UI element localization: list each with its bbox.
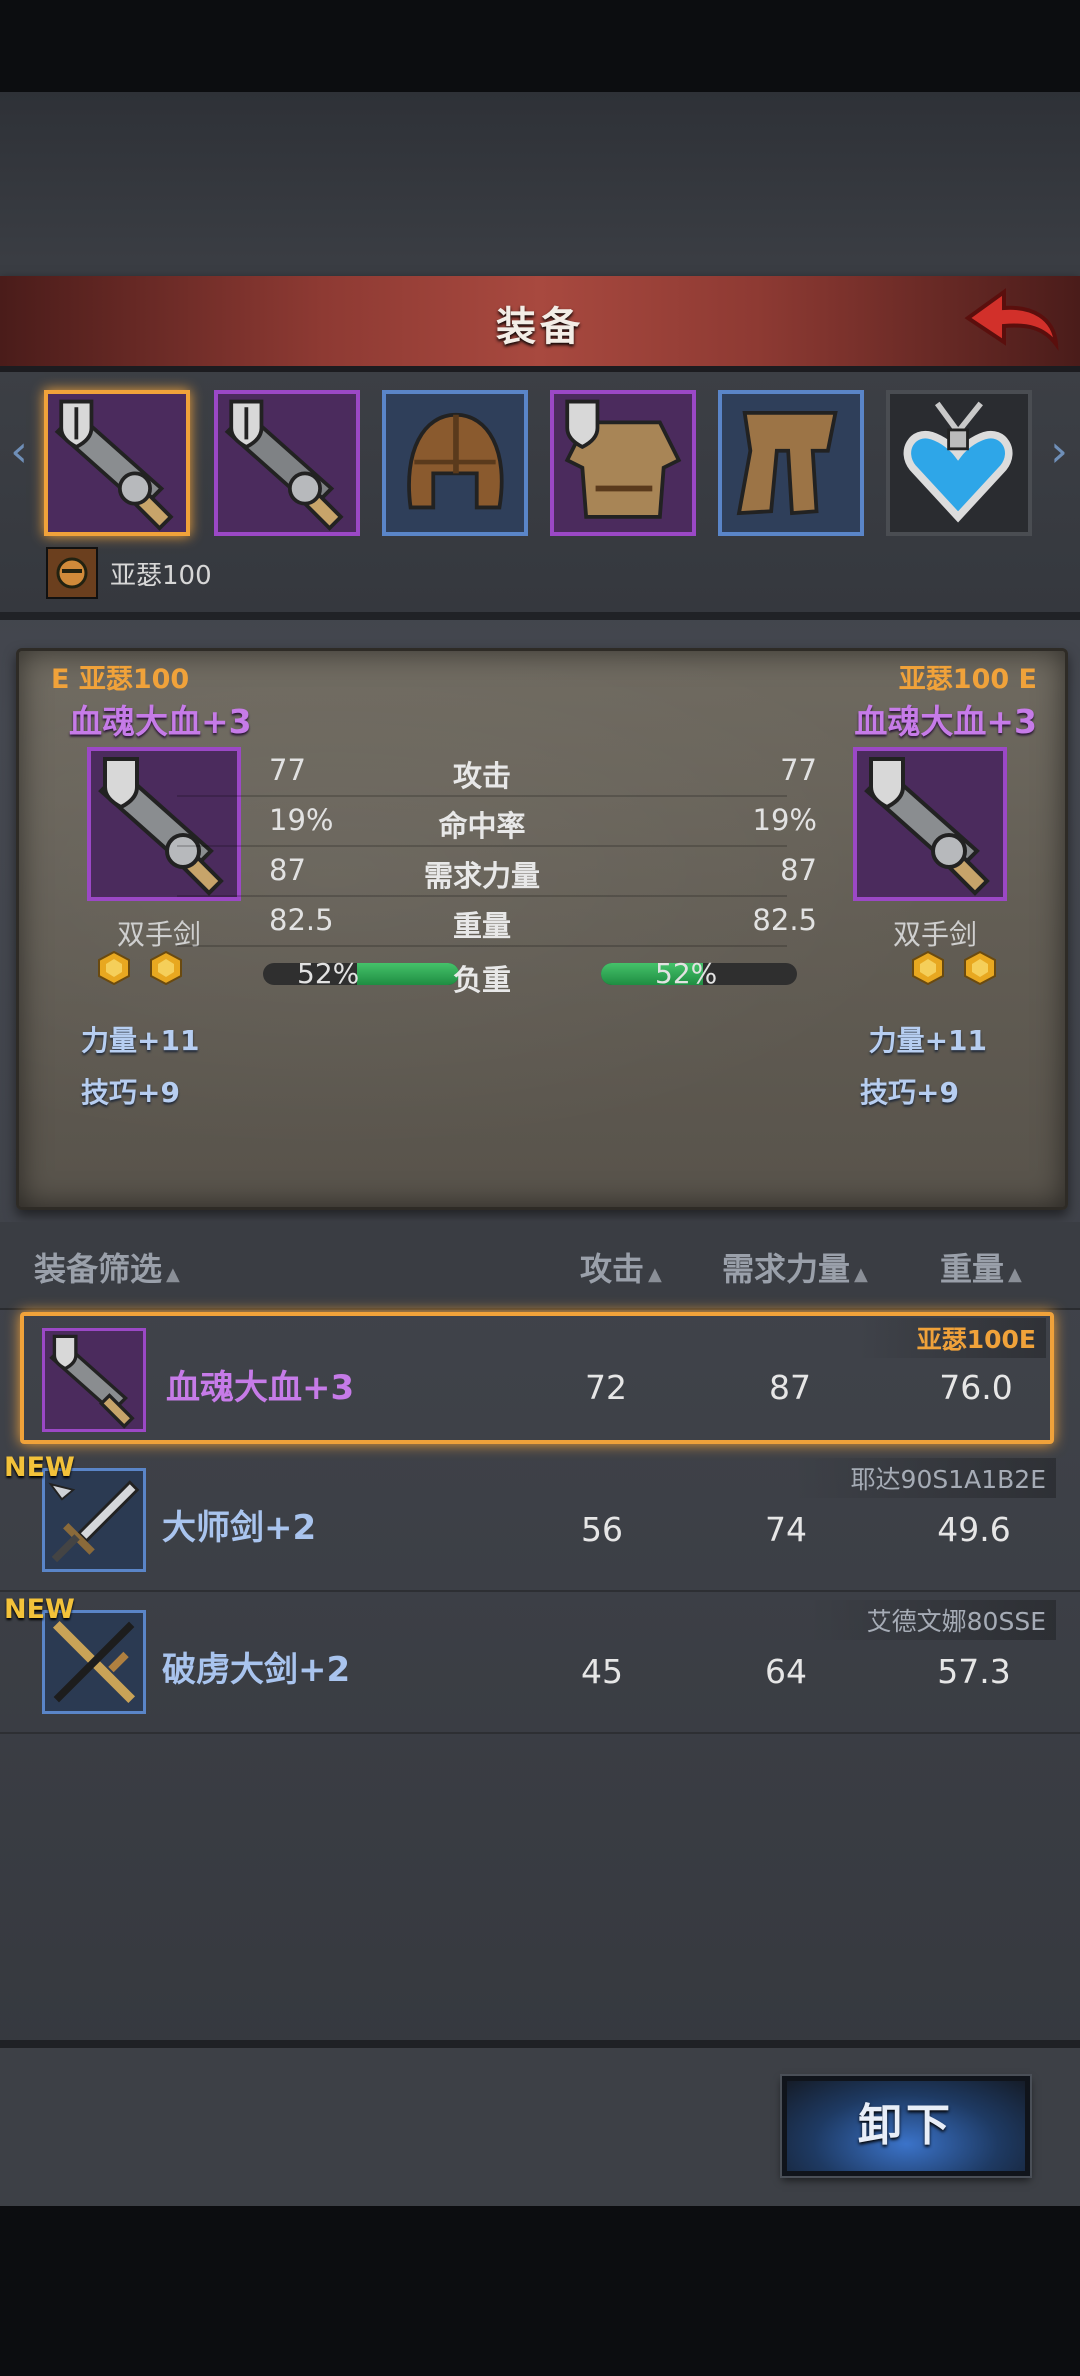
- bottom-action-bar: 卸下: [0, 2040, 1080, 2206]
- greatsword-icon: [864, 757, 990, 896]
- sort-attack-button[interactable]: 攻击 ▲: [580, 1244, 662, 1290]
- equipment-slots-bar: ‹ › 亚瑟100: [0, 372, 1080, 620]
- row-item-name: 血魂大血+3: [166, 1368, 355, 1408]
- right-stat-value: 87: [780, 853, 817, 887]
- right-load-pct: 52%: [655, 957, 718, 990]
- greatsword-icon: [224, 399, 344, 531]
- row-attack: 45: [581, 1652, 623, 1691]
- cross-sword-icon: [52, 1620, 136, 1704]
- filter-sort-button[interactable]: 装备筛选 ▲: [34, 1244, 180, 1290]
- stat-label: 需求力量: [423, 859, 540, 893]
- stat-row-accuracy: 19% 命中率 19%: [177, 797, 817, 847]
- greatsword-icon: [54, 399, 174, 531]
- stat-label: 命中率: [438, 809, 526, 843]
- item-comparison-panel: E 亚瑟100 亚瑟100 E 血魂大血+3 血魂大血+3 双手剑 双手剑 77…: [16, 648, 1068, 1210]
- stat-label: 重量: [452, 909, 511, 943]
- row-owner: 亚瑟100E: [856, 1318, 1046, 1358]
- strength-header-label: 需求力量: [722, 1250, 851, 1288]
- boots-icon: [736, 411, 838, 516]
- filter-label: 装备筛选: [34, 1250, 163, 1288]
- unequip-button[interactable]: 卸下: [782, 2076, 1030, 2176]
- owner-name: 亚瑟100: [110, 560, 212, 591]
- slot-helmet[interactable]: [382, 390, 528, 536]
- sort-weight-button[interactable]: 重量 ▲: [940, 1244, 1022, 1290]
- sort-triangle-icon: ▲: [166, 1264, 180, 1285]
- slot-weapon-main[interactable]: [44, 390, 190, 536]
- left-gem-slots: [97, 951, 183, 985]
- row-owner: 艾德文娜80SSE: [806, 1600, 1056, 1640]
- sort-triangle-icon: ▲: [854, 1264, 868, 1285]
- left-owner-tag: E 亚瑟100: [51, 664, 190, 695]
- stat-row-load: 52% 负重 52%: [177, 951, 797, 999]
- master-sword-icon: [48, 1480, 140, 1563]
- weight-header-label: 重量: [940, 1250, 1005, 1288]
- row-item-name: 大师剑+2: [162, 1508, 317, 1548]
- right-gem-slots: [911, 951, 997, 985]
- scroll-right-icon[interactable]: ›: [1044, 422, 1074, 482]
- new-badge: NEW: [4, 1452, 75, 1483]
- row-weight: 57.3: [937, 1652, 1011, 1691]
- left-bonus-strength: 力量+11: [81, 1024, 200, 1057]
- page-title: 装备: [496, 304, 584, 350]
- armor-icon: [564, 399, 682, 519]
- right-item-icon: [853, 747, 1007, 901]
- row-attack: 72: [585, 1368, 627, 1407]
- attack-header-label: 攻击: [580, 1250, 645, 1288]
- right-stat-value: 19%: [752, 803, 817, 837]
- stat-row-strength-req: 87 需求力量 87: [177, 847, 817, 897]
- scroll-left-icon[interactable]: ‹: [4, 422, 34, 482]
- slots-owner: 亚瑟100: [46, 547, 212, 599]
- right-owner-tag: 亚瑟100 E: [898, 664, 1037, 695]
- right-stat-value: 82.5: [752, 903, 817, 937]
- row-strength: 64: [765, 1652, 807, 1691]
- right-weapon-type: 双手剑: [892, 918, 977, 951]
- right-stat-value: 77: [780, 753, 817, 787]
- row-strength: 74: [765, 1510, 807, 1549]
- new-badge: NEW: [4, 1594, 75, 1625]
- row-weight: 76.0: [939, 1368, 1013, 1407]
- right-bonus-strength: 力量+11: [868, 1024, 987, 1057]
- sort-triangle-icon: ▲: [1008, 1264, 1022, 1285]
- row-item-icon: [42, 1328, 146, 1432]
- amulet-icon: [903, 401, 1013, 523]
- row-item-name: 破虏大剑+2: [162, 1650, 351, 1690]
- equipment-row[interactable]: 耶达90S1A1B2E NEW 大师剑+2 56 74 49.6: [0, 1452, 1080, 1592]
- right-item-name: 血魂大血+3: [854, 702, 1037, 741]
- stat-row-weight: 82.5 重量 82.5: [177, 897, 817, 947]
- stat-label: 攻击: [452, 759, 511, 793]
- stat-row-attack: 77 攻击 77: [177, 747, 817, 797]
- header-bar: 装备: [0, 276, 1080, 372]
- equipment-list-header: 装备筛选 ▲ 攻击 ▲ 需求力量 ▲ 重量 ▲: [0, 1222, 1080, 1310]
- gem-socket-icon: [964, 951, 996, 985]
- sort-triangle-icon: ▲: [648, 1264, 662, 1285]
- equipment-row-selected[interactable]: 亚瑟100E 血魂大血+3 72 87 76.0: [20, 1312, 1054, 1444]
- slot-armor[interactable]: [550, 390, 696, 536]
- row-item-icon: [42, 1468, 146, 1572]
- row-owner: 耶达90S1A1B2E: [790, 1458, 1056, 1498]
- gem-socket-icon: [912, 951, 944, 985]
- row-attack: 56: [581, 1510, 623, 1549]
- row-weight: 49.6: [937, 1510, 1011, 1549]
- sort-strength-button[interactable]: 需求力量 ▲: [722, 1244, 868, 1290]
- owner-avatar: [46, 547, 98, 599]
- slot-weapon-off[interactable]: [214, 390, 360, 536]
- right-bonus-skill: 技巧+9: [860, 1076, 959, 1109]
- row-strength: 87: [769, 1368, 811, 1407]
- back-arrow-icon[interactable]: [962, 284, 1062, 358]
- slot-amulet[interactable]: [886, 390, 1032, 536]
- gem-socket-icon: [98, 951, 130, 985]
- helmet-icon: [407, 412, 504, 510]
- slot-boots[interactable]: [718, 390, 864, 536]
- left-item-name: 血魂大血+3: [69, 702, 252, 741]
- left-bonus-skill: 技巧+9: [81, 1076, 180, 1109]
- row-item-icon: [42, 1610, 146, 1714]
- greatsword-icon: [49, 1334, 135, 1429]
- equipment-row[interactable]: 艾德文娜80SSE NEW 破虏大剑+2 45 64 57.3: [0, 1594, 1080, 1734]
